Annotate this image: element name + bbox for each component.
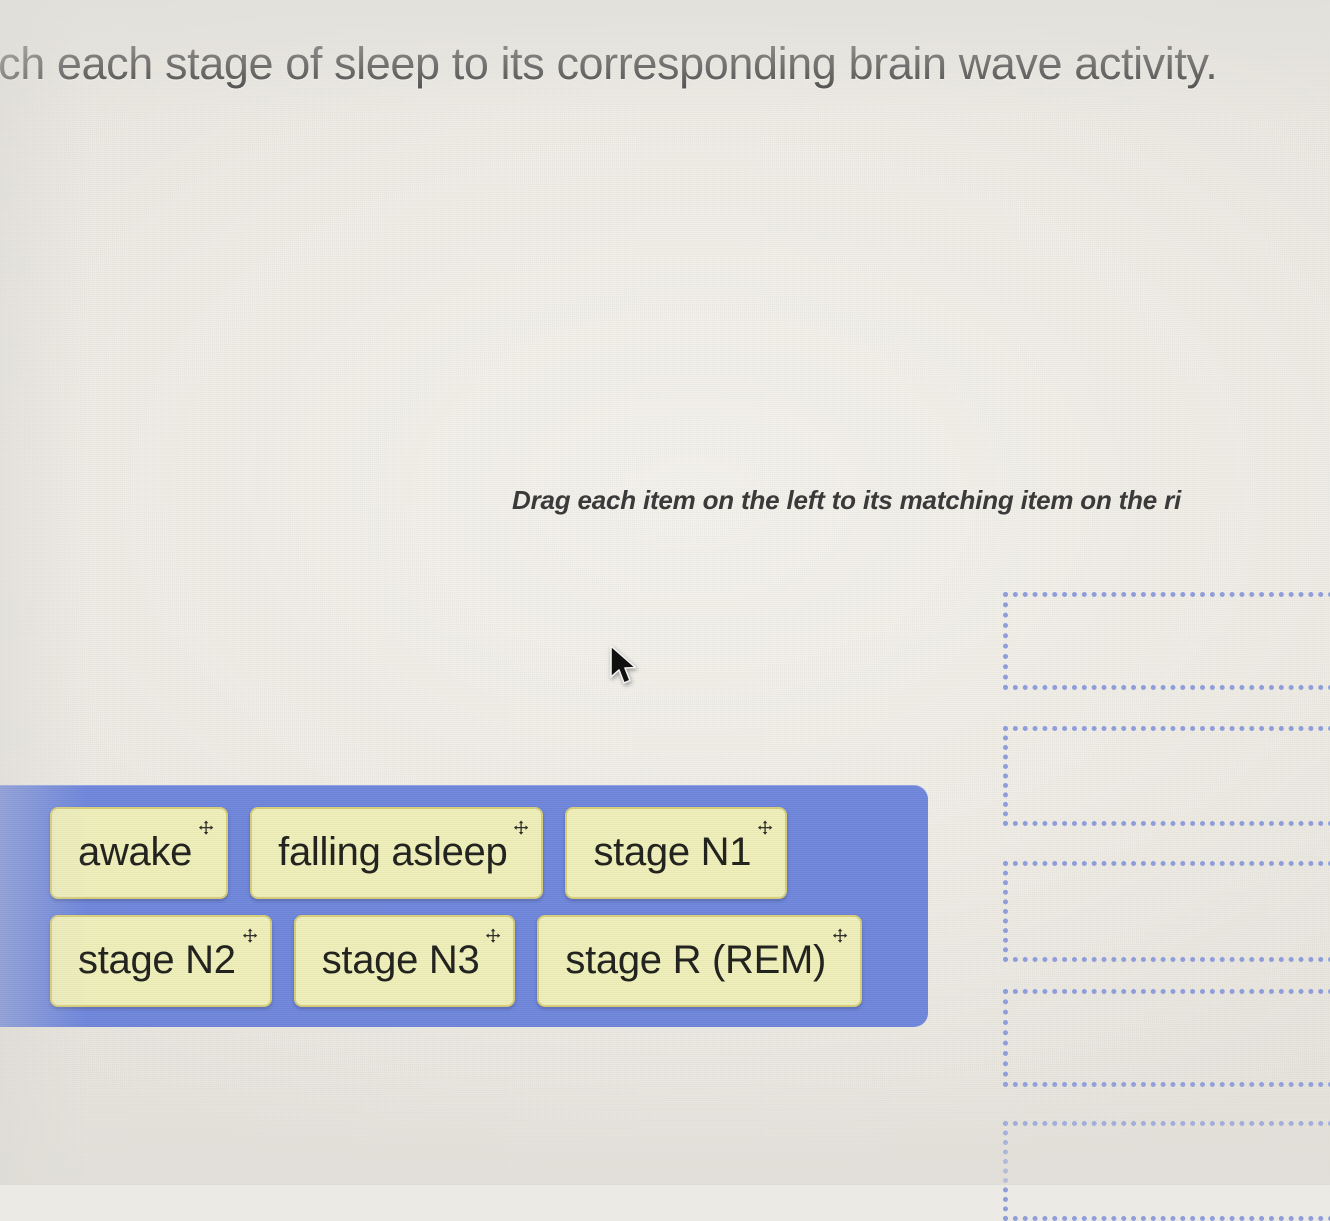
drop-zone-2[interactable] [1003,726,1330,826]
drag-item-falling-asleep[interactable]: falling asleep [250,807,544,899]
drag-source-row-2: stage N2 stage N3 stage R (REM) [0,913,928,1009]
move-cross-icon [196,819,218,841]
drag-item-stage-n1[interactable]: stage N1 [565,807,788,899]
drag-item-label: stage N2 [78,938,236,982]
drag-instruction-text: Drag each item on the left to its matchi… [512,485,1182,515]
drag-item-stage-n3[interactable]: stage N3 [293,915,516,1007]
drop-zone-5[interactable] [1003,1121,1330,1221]
drag-item-label: stage N3 [321,938,480,982]
drop-zone-1[interactable] [1003,592,1330,690]
move-cross-icon [483,927,505,949]
move-cross-icon [755,819,777,841]
drag-item-label: stage N1 [593,830,752,874]
drag-item-label: awake [78,830,193,874]
page-title: tch each stage of sleep to its correspon… [0,38,1218,89]
drop-zone-4[interactable] [1003,989,1330,1087]
move-cross-icon [511,819,533,841]
drag-item-stage-r-rem[interactable]: stage R (REM) [537,915,862,1007]
drag-source-row-1: awake falling asleep stage N1 [0,805,928,901]
drag-source-bank: awake falling asleep stage N1 stage N2 s… [0,785,928,1027]
drag-item-awake[interactable]: awake [50,807,229,899]
drag-item-label: falling asleep [278,830,508,874]
drop-zone-3[interactable] [1003,861,1330,962]
drag-item-label: stage R (REM) [565,938,826,982]
drag-item-stage-n2[interactable]: stage N2 [50,915,272,1007]
move-cross-icon [240,927,262,949]
move-cross-icon [830,927,852,949]
